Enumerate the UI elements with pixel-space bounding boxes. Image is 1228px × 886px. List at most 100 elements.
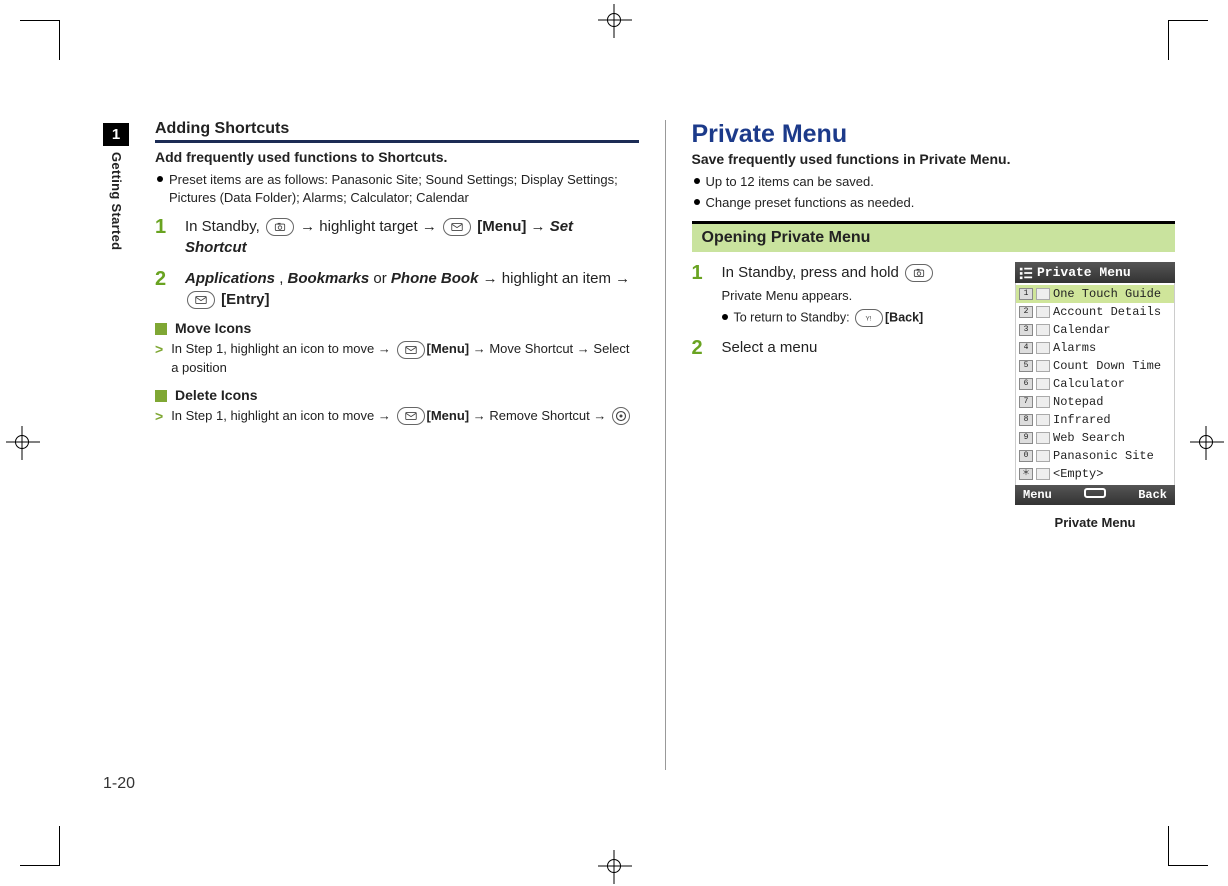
phone-list-item: 2Account Details xyxy=(1016,303,1174,321)
item-number: 4 xyxy=(1019,342,1033,354)
column-divider xyxy=(665,120,666,770)
crop-mark xyxy=(20,865,60,866)
page-number: 1-20 xyxy=(103,775,135,793)
square-bullet-icon xyxy=(155,323,167,335)
step-text: or xyxy=(373,270,391,287)
section-heading-adding-shortcuts: Adding Shortcuts xyxy=(155,120,639,143)
text: In Step 1, highlight an icon to move → xyxy=(171,408,394,423)
phone-softkey-bar: Menu Back xyxy=(1015,485,1175,505)
crop-mark xyxy=(59,826,60,866)
crop-mark xyxy=(1168,20,1208,21)
registration-mark xyxy=(1199,435,1213,449)
step-text: In Standby, xyxy=(185,218,264,235)
item-number: 5 xyxy=(1019,360,1033,372)
svg-text:Y!: Y! xyxy=(866,316,872,323)
arrow: → xyxy=(469,341,489,356)
item-label: Alarms xyxy=(1053,341,1096,355)
list-icon xyxy=(1019,266,1033,280)
square-bullet-icon xyxy=(155,390,167,402)
crop-mark xyxy=(20,20,60,21)
item-label: Calendar xyxy=(1053,323,1111,337)
chapter-title: Getting Started xyxy=(103,146,124,256)
item-number: 0 xyxy=(1019,450,1033,462)
crop-mark xyxy=(1168,20,1169,60)
instruction-text: In Step 1, highlight an icon to move → [… xyxy=(171,407,632,427)
step-body: Select a menu xyxy=(722,337,818,360)
item-icon xyxy=(1036,288,1050,300)
step-1: 1 In Standby, press and hold Private Men… xyxy=(692,262,963,327)
item-number: 6 xyxy=(1019,378,1033,390)
step-2: 2 Select a menu xyxy=(692,337,963,360)
preset-items-bullet: Preset items are as follows: Panasonic S… xyxy=(169,171,639,206)
arrow: → xyxy=(483,270,502,287)
item-icon xyxy=(1036,468,1050,480)
move-icons-instruction: > In Step 1, highlight an icon to move →… xyxy=(155,340,639,377)
step-number: 1 xyxy=(692,262,710,327)
chevron-icon: > xyxy=(155,340,163,377)
move-icons-label: Move Icons xyxy=(175,320,251,336)
item-icon xyxy=(1036,414,1050,426)
center-key-icon xyxy=(612,407,630,425)
softkey-right: Back xyxy=(1138,488,1167,502)
item-label: Account Details xyxy=(1053,305,1161,319)
crop-mark xyxy=(1168,826,1169,866)
item-icon xyxy=(1036,324,1050,336)
arrow: → xyxy=(590,408,610,423)
mail-key-icon xyxy=(187,291,215,309)
step-number: 2 xyxy=(692,337,710,360)
phone-list-item: 0Panasonic Site xyxy=(1016,447,1174,465)
instruction-text: In Step 1, highlight an icon to move → [… xyxy=(171,340,638,377)
registration-mark xyxy=(15,435,29,449)
y-key-icon: Y! xyxy=(855,309,883,327)
lead-text: Add frequently used functions to Shortcu… xyxy=(155,149,639,165)
steps-with-phone: 1 In Standby, press and hold Private Men… xyxy=(692,262,1176,360)
phone-list-item: 9Web Search xyxy=(1016,429,1174,447)
menu-label: [Menu] xyxy=(427,408,470,423)
softkey-center-icon xyxy=(1084,488,1106,498)
softkey-left: Menu xyxy=(1023,488,1052,502)
item-number: 7 xyxy=(1019,396,1033,408)
item-number: 9 xyxy=(1019,432,1033,444)
action-label: Move Shortcut xyxy=(489,341,573,356)
item-label: Count Down Time xyxy=(1053,359,1161,373)
delete-icons-instruction: > In Step 1, highlight an icon to move →… xyxy=(155,407,639,427)
phone-list: 1One Touch Guide2Account Details3Calenda… xyxy=(1015,283,1175,485)
chapter-number: 1 xyxy=(103,123,129,146)
item-icon xyxy=(1036,396,1050,408)
lead-text: Save frequently used functions in Privat… xyxy=(692,151,1176,167)
step-body: Applications , Bookmarks or Phone Book →… xyxy=(185,268,639,310)
registration-mark xyxy=(607,859,621,873)
private-menu-title: Private Menu xyxy=(692,120,1176,149)
item-icon xyxy=(1036,342,1050,354)
crop-mark xyxy=(59,20,60,60)
right-steps: 1 In Standby, press and hold Private Men… xyxy=(692,262,963,360)
menu-label: [Menu] xyxy=(477,218,526,235)
delete-icons-heading: Delete Icons xyxy=(155,387,639,403)
item-icon xyxy=(1036,306,1050,318)
phone-list-item: 1One Touch Guide xyxy=(1016,285,1174,303)
entry-label: [Entry] xyxy=(221,291,269,308)
item-icon xyxy=(1036,378,1050,390)
left-column: Adding Shortcuts Add frequently used fun… xyxy=(155,120,639,770)
step-text: → highlight target → xyxy=(300,218,441,235)
applications-label: Applications xyxy=(185,270,275,287)
step-number: 1 xyxy=(155,216,173,258)
chevron-icon: > xyxy=(155,407,163,427)
bullet-item: Up to 12 items can be saved. xyxy=(706,173,1176,191)
mail-key-icon xyxy=(397,341,425,359)
camera-key-icon xyxy=(905,264,933,282)
menu-label: [Menu] xyxy=(427,341,470,356)
text: In Step 1, highlight an icon to move → xyxy=(171,341,394,356)
phone-list-item: 6Calculator xyxy=(1016,375,1174,393)
phonebook-label: Phone Book xyxy=(391,270,479,287)
item-label: Infrared xyxy=(1053,413,1111,427)
step-number: 2 xyxy=(155,268,173,310)
phone-list-item: ＊<Empty> xyxy=(1016,465,1174,483)
mail-key-icon xyxy=(397,407,425,425)
phone-list-item: 4 Alarms xyxy=(1016,339,1174,357)
delete-icons-label: Delete Icons xyxy=(175,387,257,403)
subheading-opening-private-menu: Opening Private Menu xyxy=(692,221,1176,252)
substep-text: Private Menu appears. xyxy=(722,287,936,305)
registration-mark xyxy=(607,13,621,27)
phone-screenshot: Private Menu 1One Touch Guide2Account De… xyxy=(1015,262,1175,530)
